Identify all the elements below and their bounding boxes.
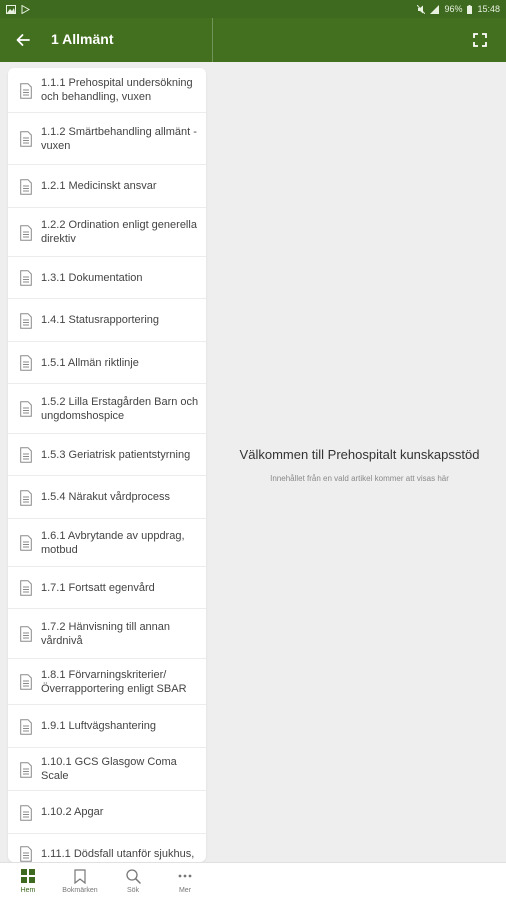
- welcome-title: Välkommen till Prehospitalt kunskapsstöd: [239, 447, 480, 462]
- list-item[interactable]: 1.8.1 Förvarningskriterier/ Överrapporte…: [8, 659, 206, 705]
- list-item-label: 1.9.1 Luftvägshantering: [41, 720, 156, 732]
- list-item-label: 1.7.2 Hänvisning till annan vårdnivå: [41, 620, 171, 647]
- document-icon: [20, 762, 36, 780]
- app-bar: 1 Allmänt: [0, 18, 506, 62]
- list-item-label: 1.2.1 Medicinskt ansvar: [41, 180, 157, 192]
- grid-icon: [21, 869, 35, 883]
- document-icon: [20, 674, 36, 692]
- more-icon: [178, 874, 192, 878]
- back-button[interactable]: [12, 29, 34, 51]
- list-item-label: 1.2.2 Ordination enligt generella direkt…: [41, 219, 197, 245]
- nav-item-more[interactable]: Mer: [160, 867, 210, 894]
- list-item[interactable]: 1.9.1 Luftvägshantering: [8, 705, 206, 748]
- page-title: 1 Allmänt: [51, 31, 114, 47]
- mute-icon: [417, 4, 426, 14]
- fullscreen-icon: [473, 33, 487, 47]
- list-item[interactable]: 1.5.3 Geriatrisk patientstyrning: [8, 434, 206, 476]
- article-list[interactable]: 1.1.1 Prehospital undersökning och behan…: [8, 68, 206, 862]
- document-icon: [20, 447, 36, 465]
- document-icon: [20, 805, 36, 823]
- document-icon: [20, 846, 36, 862]
- document-icon: [20, 719, 36, 737]
- list-item-label: 1.7.1 Fortsatt egenvård: [41, 581, 155, 594]
- list-item[interactable]: 1.5.2 Lilla Erstagården Barn och ungdoms…: [8, 384, 206, 434]
- list-item-label: 1.1.2 Smärtbehandling allmänt - vuxen: [41, 125, 197, 152]
- gallery-icon: [6, 4, 16, 14]
- nav-item-search[interactable]: Sök: [108, 867, 158, 894]
- document-icon: [20, 626, 36, 644]
- list-item[interactable]: 1.3.1 Dokumentation: [8, 257, 206, 299]
- content-pane: Välkommen till Prehospitalt kunskapsstöd…: [213, 62, 506, 862]
- document-icon: [20, 179, 36, 197]
- list-item-label: 1.4.1 Statusrapportering: [41, 314, 160, 326]
- document-icon: [20, 270, 36, 288]
- list-item[interactable]: 1.5.1 Allmän riktlinje: [8, 342, 206, 384]
- welcome-subtitle: Innehållet från en vald artikel kommer a…: [270, 474, 449, 483]
- nav-item-bookmarks[interactable]: Bokmärken: [55, 867, 105, 894]
- list-item-label: 1.1.1 Prehospital undersökning och behan…: [41, 77, 193, 103]
- document-icon: [20, 401, 36, 419]
- list-item-label: 1.5.3 Geriatrisk patientstyrning: [41, 448, 191, 461]
- list-item-label: 1.6.1 Avbrytande av uppdrag, motbud: [41, 529, 185, 556]
- list-item-label: 1.3.1 Dokumentation: [41, 271, 143, 284]
- search-icon: [125, 868, 141, 884]
- list-item[interactable]: 1.10.1 GCS Glasgow Coma Scale: [8, 748, 206, 791]
- list-item[interactable]: 1.4.1 Statusrapportering: [8, 299, 206, 342]
- list-item[interactable]: 1.1.1 Prehospital undersökning och behan…: [8, 68, 206, 113]
- nav-label-bookmarks: Bokmärken: [62, 887, 98, 894]
- list-item-label: 1.11.1 Dödsfall utanför sjukhus,: [41, 847, 195, 860]
- list-item-label: 1.10.2 Apgar: [41, 806, 104, 818]
- bottom-navigation: Hem Bokmärken Sök Mer: [0, 862, 506, 900]
- list-item[interactable]: 1.10.2 Apgar: [8, 791, 206, 834]
- document-icon: [20, 535, 36, 553]
- document-icon: [20, 83, 36, 101]
- nav-label-search: Sök: [126, 887, 140, 894]
- document-icon: [20, 131, 36, 149]
- clock: 15:48: [477, 3, 500, 14]
- status-bar: 96% 15:48: [0, 0, 506, 18]
- document-icon: [20, 225, 36, 243]
- arrow-back-icon: [16, 34, 30, 46]
- document-icon: [20, 355, 36, 373]
- bookmark-icon: [74, 868, 86, 884]
- nav-label-home: Hem: [20, 887, 36, 894]
- list-item[interactable]: 1.5.4 Närakut vårdprocess: [8, 476, 206, 519]
- list-item[interactable]: 1.2.1 Medicinskt ansvar: [8, 165, 206, 208]
- list-item[interactable]: 1.11.1 Dödsfall utanför sjukhus,: [8, 834, 206, 862]
- list-item[interactable]: 1.7.1 Fortsatt egenvård: [8, 567, 206, 609]
- list-item-label: 1.5.4 Närakut vårdprocess: [41, 491, 171, 503]
- play-store-icon: [21, 4, 30, 14]
- list-item-label: 1.5.2 Lilla Erstagården Barn och ungdoms…: [41, 395, 199, 422]
- list-item[interactable]: 1.6.1 Avbrytande av uppdrag, motbud: [8, 519, 206, 567]
- battery-icon: [467, 4, 473, 14]
- list-item-label: 1.10.1 GCS Glasgow Coma Scale: [41, 756, 177, 782]
- list-item[interactable]: 1.7.2 Hänvisning till annan vårdnivå: [8, 609, 206, 659]
- document-icon: [20, 580, 36, 598]
- list-item[interactable]: 1.2.2 Ordination enligt generella direkt…: [8, 208, 206, 257]
- list-item-label: 1.5.1 Allmän riktlinje: [41, 356, 139, 369]
- pane-divider: [212, 18, 213, 62]
- document-icon: [20, 490, 36, 508]
- nav-label-more: Mer: [178, 887, 192, 894]
- list-item-label: 1.8.1 Förvarningskriterier/ Överrapporte…: [41, 668, 187, 695]
- document-icon: [20, 313, 36, 331]
- battery-percentage: 96%: [444, 3, 463, 14]
- nav-item-home[interactable]: Hem: [3, 867, 53, 894]
- list-item[interactable]: 1.1.2 Smärtbehandling allmänt - vuxen: [8, 113, 206, 165]
- signal-icon: [430, 4, 440, 14]
- fullscreen-button[interactable]: [470, 30, 490, 50]
